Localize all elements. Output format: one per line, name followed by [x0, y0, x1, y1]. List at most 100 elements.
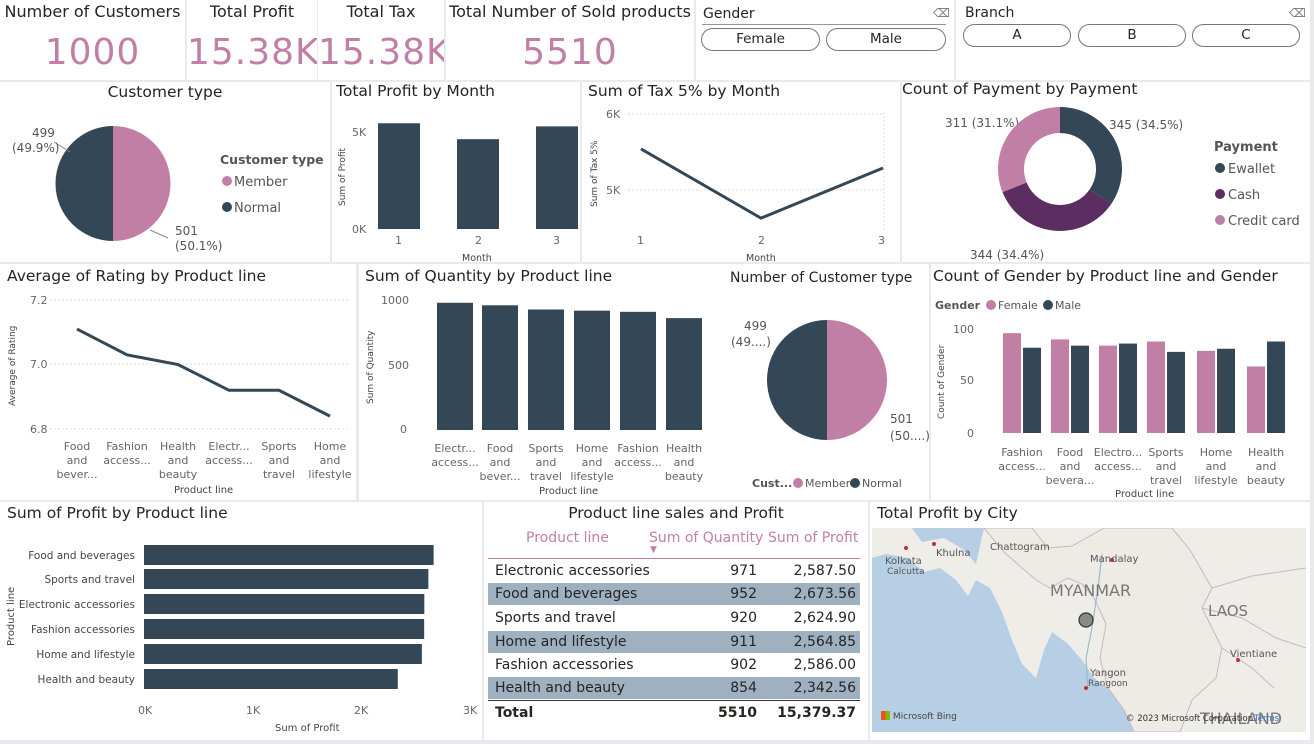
cell-profit: 2,564.85 — [793, 634, 856, 650]
x-axis-label: Product line — [539, 486, 598, 497]
y-axis-label: Sum of Tax 5% — [590, 140, 600, 207]
x-tick: and — [582, 456, 603, 469]
cell-product-line: Food and beverages — [495, 586, 638, 602]
branch-option-c[interactable]: C — [1192, 24, 1300, 47]
kpi-sold-label: Total Number of Sold products — [449, 2, 691, 21]
x-tick: and — [1256, 460, 1277, 473]
legend-normal[interactable]: Normal — [862, 477, 902, 490]
map-terms-link[interactable]: Terms — [1254, 714, 1279, 724]
x-tick: beauty — [665, 470, 704, 483]
map-label-yangon: Yangon — [1089, 668, 1126, 679]
kpi-tax-value: 15.38K — [318, 32, 444, 73]
branch-slicer: Branch ⌫ A B C — [956, 0, 1310, 80]
cell-profit: 2,673.56 — [793, 586, 856, 602]
gender-slicer-title: Gender — [703, 6, 755, 22]
table-row[interactable]: Fashion accessories 902 2,586.00 — [488, 654, 860, 676]
x-tick: and — [67, 454, 88, 467]
x-tick: 2 — [758, 234, 765, 247]
y-tick: 0K — [352, 223, 367, 236]
legend-cash[interactable]: Cash — [1228, 188, 1260, 203]
x-tick: Electr... — [434, 442, 475, 455]
bing-label: Microsoft Bing — [892, 712, 957, 722]
column-header-profit[interactable]: Sum of Profit — [768, 530, 858, 546]
y-axis-label: Sum of Profit — [338, 147, 348, 206]
gender-option-male[interactable]: Male — [826, 28, 946, 51]
x-tick: and — [536, 456, 557, 469]
kpi-tax-card: Total Tax 15.38K — [318, 0, 444, 80]
bar-female — [1247, 366, 1265, 433]
y-tick: Fashion accessories — [31, 624, 135, 636]
profit-month-chart: Total Profit by Month 5K 0K Sum of Profi… — [332, 82, 580, 262]
table-row[interactable]: Sports and travel 920 2,624.90 — [488, 607, 860, 629]
donut-label-ewallet: 345 (34.5%) — [1109, 118, 1183, 132]
pie-slice-member[interactable] — [827, 320, 887, 440]
gender-slicer: Gender ⌫ Female Male — [696, 0, 954, 80]
city-bubble[interactable] — [1078, 612, 1094, 628]
bar-profit-line — [144, 619, 425, 639]
pie-slice-member[interactable] — [113, 126, 171, 241]
table-row[interactable]: Food and beverages 952 2,673.56 — [488, 583, 860, 605]
branch-option-b[interactable]: B — [1078, 24, 1186, 47]
column-header-quantity[interactable]: Sum of Quantity — [649, 530, 763, 546]
x-tick: 3K — [463, 704, 478, 717]
bing-logo: Microsoft Bing — [881, 711, 957, 722]
legend-member[interactable]: Member — [805, 477, 851, 490]
rating-chart: Average of Rating by Product line 7.2 7.… — [0, 264, 356, 500]
pie-slice-normal[interactable] — [767, 320, 827, 440]
y-tick: 5K — [352, 126, 367, 139]
legend-ewallet[interactable]: Ewallet — [1228, 162, 1275, 177]
bar-male — [1167, 351, 1185, 433]
gender-line-svg: Gender Female Male 100 50 0 Count of Gen… — [935, 299, 1286, 500]
branch-option-a[interactable]: A — [963, 24, 1071, 47]
profit-month-svg: 5K 0K Sum of Profit 1 2 3 Month — [338, 123, 578, 262]
cell-quantity: 854 — [730, 680, 757, 696]
gender-option-female[interactable]: Female — [701, 28, 820, 51]
legend-male[interactable]: Male — [1055, 299, 1081, 312]
table-row[interactable]: Electronic accessories 971 2,587.50 — [488, 560, 860, 582]
legend-credit-card[interactable]: Credit card — [1228, 214, 1300, 229]
clear-selection-icon[interactable]: ⌫ — [1289, 6, 1306, 20]
gender-line-chart: Count of Gender by Product line and Gend… — [931, 264, 1310, 500]
x-tick: 1 — [637, 234, 644, 247]
sort-descending-icon[interactable]: ▼ — [650, 545, 657, 555]
x-tick: Health — [666, 442, 702, 455]
legend-female[interactable]: Female — [998, 299, 1038, 312]
x-tick: access... — [103, 454, 151, 467]
map-label-vientiane: Vientiane — [1230, 649, 1277, 660]
column-header-product-line[interactable]: Product line — [526, 530, 609, 546]
x-axis-label: Month — [462, 253, 492, 262]
map-svg: Khulna Kolkata Calcutta Chattogram Manda… — [872, 528, 1306, 732]
legend-title: Cust... — [752, 477, 792, 490]
x-tick: 0K — [138, 704, 153, 717]
pie-label-member-pct: (50.1%) — [175, 239, 222, 253]
city-map-chart: Total Profit by City Khulna Kolkata Calc… — [870, 502, 1310, 740]
y-axis-label: Count of Gender — [937, 344, 947, 419]
bar-month-1 — [378, 123, 420, 229]
kpi-customers-value: 1000 — [44, 32, 141, 73]
kpi-customers-card: Number of Customers 1000 — [0, 0, 185, 80]
branch-slicer-title: Branch — [965, 5, 1015, 21]
table-row[interactable]: Health and beauty 854 2,342.56 — [488, 677, 860, 699]
bar-female — [1147, 341, 1165, 433]
cell-product-line: Fashion accessories — [495, 657, 634, 673]
pie-slice-normal[interactable] — [55, 126, 113, 241]
cell-total-quantity: 5510 — [718, 705, 757, 721]
x-tick: Sports — [1148, 446, 1184, 459]
legend-normal[interactable]: Normal — [234, 201, 281, 216]
kpi-profit-value: 15.38K — [187, 32, 317, 73]
x-tick: lifestyle — [308, 468, 351, 481]
legend-member[interactable]: Member — [234, 175, 288, 190]
bar-profit-line — [144, 669, 398, 689]
x-tick: Home — [1200, 446, 1233, 459]
bar-male — [1217, 348, 1235, 433]
x-tick: Fashion — [106, 440, 148, 453]
y-axis-label: Sum of Quantity — [366, 330, 376, 404]
x-tick: Fashion — [1001, 446, 1043, 459]
profit-line-chart: Sum of Profit by Product line Product li… — [0, 502, 482, 740]
table-row[interactable]: Home and lifestyle 911 2,564.85 — [488, 631, 860, 653]
payment-chart: Count of Payment by Payment 311 (31.1%) … — [902, 82, 1310, 262]
map-canvas[interactable]: Khulna Kolkata Calcutta Chattogram Manda… — [872, 528, 1306, 732]
kpi-sold-card: Total Number of Sold products 5510 — [446, 0, 694, 80]
clear-selection-icon[interactable]: ⌫ — [933, 6, 950, 20]
map-label-mandalay: Mandalay — [1090, 554, 1138, 565]
